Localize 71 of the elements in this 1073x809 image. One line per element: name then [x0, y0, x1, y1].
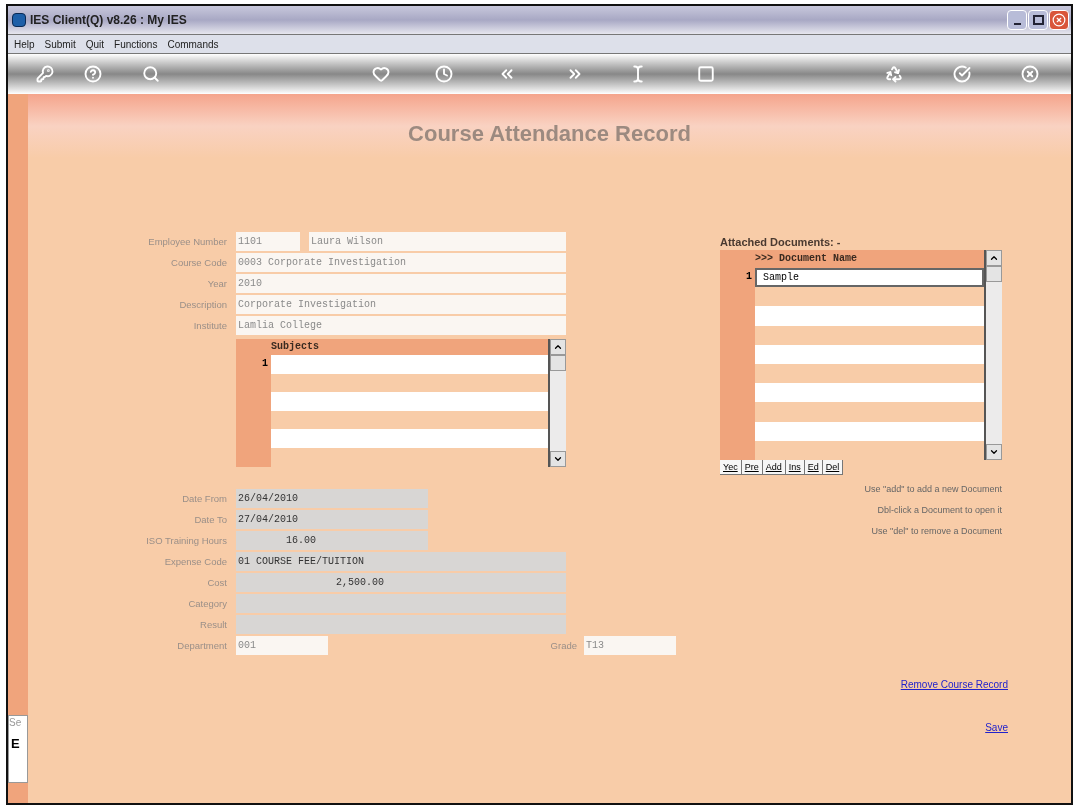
scroll-thumb[interactable] — [986, 266, 1002, 282]
column-header: >>> Document Name — [755, 252, 858, 266]
nav-button[interactable]: Del — [822, 460, 844, 475]
key-icon[interactable] — [36, 65, 54, 83]
field-label: ISO Training Hours — [145, 534, 228, 548]
field-label: Employee Number — [147, 235, 228, 249]
panel-button[interactable]: E — [11, 736, 27, 752]
field-label: Year — [206, 277, 228, 291]
window-title: IES Client(Q) v8.26 : My IES — [30, 12, 187, 29]
arrow-down-icon — [989, 447, 999, 457]
check-icon[interactable] — [953, 65, 971, 83]
nav-button[interactable]: Yec — [720, 460, 742, 475]
panel-label: Se — [9, 716, 23, 730]
link[interactable]: Remove Course Record — [900, 677, 1008, 692]
field-label: Department — [176, 639, 228, 653]
close-icon — [1052, 13, 1066, 27]
hint-text: Use "del" to remove a Document — [871, 525, 1002, 538]
input-field[interactable]: 01 COURSE FEE/TUITION — [236, 552, 566, 571]
field-label: Date To — [193, 513, 228, 527]
menu-item[interactable]: Quit — [85, 36, 105, 52]
section-title: Attached Documents: - — [720, 235, 842, 250]
field-label: Description — [178, 298, 228, 312]
nav-button[interactable]: Add — [762, 460, 786, 475]
help-icon[interactable] — [84, 65, 102, 83]
scroll-thumb[interactable] — [550, 355, 566, 371]
heart-icon[interactable] — [372, 65, 390, 83]
close-button[interactable] — [1049, 10, 1069, 30]
search-icon[interactable] — [142, 65, 160, 83]
nav-button[interactable]: Pre — [741, 460, 763, 475]
field-label: Grade — [550, 639, 578, 653]
minimize-button[interactable] — [1007, 10, 1027, 30]
square-icon[interactable] — [697, 65, 715, 83]
field-label: Institute — [192, 319, 228, 333]
recycle-icon[interactable] — [885, 65, 903, 83]
field-label: Expense Code — [163, 555, 228, 569]
input-field[interactable]: 27/04/2010 — [236, 510, 428, 529]
table-row[interactable]: Sample — [755, 268, 984, 288]
input-field[interactable]: 16.00 — [236, 531, 428, 550]
field-label: Date From — [181, 492, 228, 506]
input-field[interactable]: 2,500.00 — [236, 573, 566, 592]
scrollbar[interactable] — [984, 250, 1002, 460]
input-field[interactable]: 26/04/2010 — [236, 489, 428, 508]
scrollbar[interactable] — [548, 339, 566, 467]
hint-text: Dbl-click a Document to open it — [877, 504, 1002, 517]
row-number: 1 — [746, 270, 752, 284]
menu-item[interactable]: Commands — [167, 36, 219, 52]
arrow-down-icon — [553, 454, 563, 464]
input-field[interactable] — [236, 615, 566, 634]
page-title: Course Attendance Record — [408, 120, 691, 148]
menu-item[interactable]: Functions — [114, 36, 158, 52]
scroll-up-button[interactable] — [550, 339, 566, 355]
clock-icon[interactable] — [435, 65, 453, 83]
scroll-down-button[interactable] — [550, 451, 566, 467]
field-label: Result — [199, 618, 228, 632]
input-field[interactable] — [236, 594, 566, 613]
menu-item[interactable]: Submit — [44, 36, 76, 52]
field-label: Category — [187, 597, 228, 611]
arrow-up-icon — [553, 342, 563, 352]
app-icon — [12, 13, 26, 27]
scroll-up-button[interactable] — [986, 250, 1002, 266]
menu-item[interactable]: Help — [14, 36, 35, 52]
maximize-button[interactable] — [1028, 10, 1048, 30]
link[interactable]: Save — [985, 720, 1008, 735]
row-number: 1 — [262, 357, 268, 371]
close-icon[interactable] — [1021, 65, 1039, 83]
column-header: Subjects — [271, 340, 319, 354]
arrow-up-icon — [989, 253, 999, 263]
field-label: Cost — [206, 576, 228, 590]
hint-text: Use "add" to add a new Document — [864, 483, 1002, 496]
field-label: Course Code — [170, 256, 228, 270]
scroll-down-button[interactable] — [986, 444, 1002, 460]
